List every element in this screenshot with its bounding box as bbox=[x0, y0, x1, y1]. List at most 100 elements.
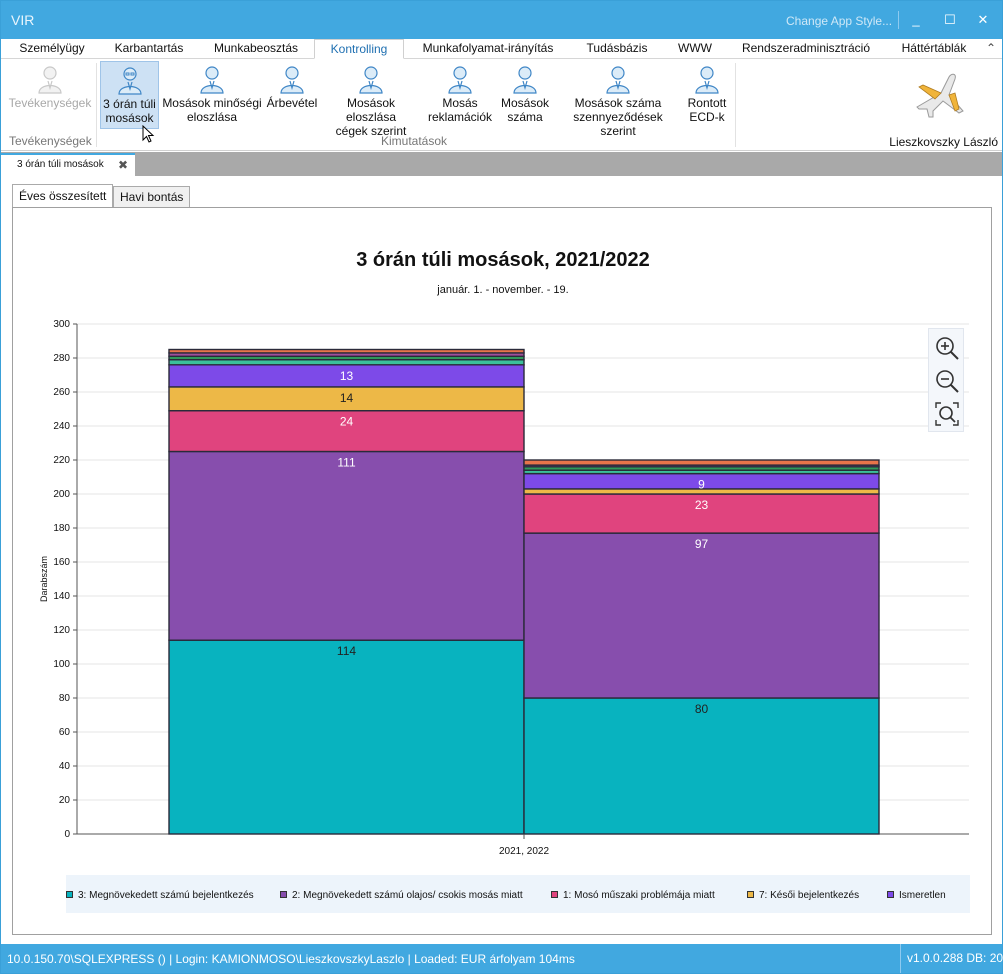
ribbon-label: Mosások minőségi bbox=[162, 96, 262, 110]
ribbon-label: Mosások száma bbox=[574, 96, 662, 110]
group-label-kimutatasok: Kimutatások bbox=[381, 134, 448, 148]
y-tick-label: 0 bbox=[64, 829, 70, 840]
tab-havi-bontas[interactable]: Havi bontás bbox=[113, 186, 191, 208]
tab-hattertablak[interactable]: Háttértáblák bbox=[892, 39, 976, 59]
ribbon-rontott-ecd-button[interactable]: Rontott ECD-k bbox=[683, 61, 731, 127]
data-label: 24 bbox=[340, 415, 354, 429]
status-version: v1.0.0.288 DB: 202 bbox=[900, 944, 1003, 973]
ribbon-label: ECD-k bbox=[689, 110, 725, 124]
user-area: Lieszkovszky László bbox=[871, 63, 1002, 149]
user-icon bbox=[200, 66, 224, 94]
ribbon-mosasok-minosegi-eloszlasa-button[interactable]: Mosások minőségi eloszlása bbox=[161, 61, 263, 127]
legend-swatch bbox=[66, 891, 73, 898]
tab-tudasbazis[interactable]: Tudásbázis bbox=[579, 39, 655, 59]
status-connection-info: 10.0.150.70\SQLEXPRESS () | Login: KAMIO… bbox=[7, 952, 575, 966]
y-tick-label: 220 bbox=[53, 455, 70, 466]
ribbon-label: száma bbox=[507, 110, 543, 124]
legend-item: Ismeretlen bbox=[887, 890, 946, 901]
legend-item: 2: Megnövekedett számú olajos/ csokis mo… bbox=[280, 890, 523, 901]
chart-plot: 0 20 40 60 80 100 120 140 160 180 200 220 240 260 280 3… bbox=[39, 319, 969, 857]
tab-www[interactable]: WWW bbox=[670, 39, 720, 59]
user-name: Lieszkovszky László bbox=[889, 135, 998, 149]
app-window: VIR Change App Style... _ ☐ ✕ Személyügy… bbox=[0, 0, 1003, 974]
ribbon-mosasok-szennyezodesek-button[interactable]: Mosások száma szennyeződések szerint bbox=[555, 61, 681, 138]
y-tick-label: 300 bbox=[53, 319, 70, 330]
bar-segment bbox=[168, 639, 525, 835]
ribbon: Tevékenységek 3 órán túli mosások Mosáso… bbox=[1, 59, 1002, 151]
y-tick-label: 60 bbox=[59, 727, 71, 738]
ribbon-label: mosások bbox=[105, 111, 154, 125]
bar-segment bbox=[523, 459, 880, 466]
y-tick-label: 200 bbox=[53, 489, 70, 500]
legend-label: 1: Mosó műszaki problémája miatt bbox=[563, 890, 715, 901]
legend-label: 3: Megnövekedett számú bejelentkezés bbox=[78, 890, 254, 901]
legend-label: 7: Késői bejelentkezés bbox=[759, 890, 860, 901]
ribbon-label: Rontott bbox=[687, 96, 727, 110]
maximize-button[interactable]: ☐ bbox=[937, 9, 963, 31]
chevron-up-icon[interactable]: ⌃ bbox=[986, 41, 996, 55]
ribbon-mosasok-eloszlasa-cegek-button[interactable]: Mosások eloszlása cégek szerint bbox=[321, 61, 421, 138]
tab-eves-osszesitett[interactable]: Éves összesített bbox=[12, 184, 114, 208]
document-tab-label: 3 órán túli mosások bbox=[17, 159, 104, 170]
user-icon bbox=[448, 66, 472, 94]
minimize-button[interactable]: _ bbox=[903, 9, 929, 31]
legend-swatch bbox=[887, 891, 894, 898]
ribbon-label: szennyeződések szerint bbox=[573, 110, 663, 138]
user-icon bbox=[359, 66, 383, 94]
data-label: 9 bbox=[698, 478, 705, 492]
ribbon-3-oran-tuli-mosasok-button[interactable]: 3 órán túli mosások bbox=[100, 61, 159, 129]
ribbon-label: 3 órán túli bbox=[103, 97, 156, 111]
close-icon[interactable]: ✖ bbox=[118, 158, 128, 172]
tab-munkafolyamat[interactable]: Munkafolyamat-irányítás bbox=[413, 39, 563, 59]
zoom-out-icon[interactable] bbox=[934, 368, 960, 394]
y-axis-label: Darabszám bbox=[39, 556, 49, 602]
zoom-fit-icon[interactable] bbox=[934, 401, 960, 427]
bar-segment bbox=[168, 348, 525, 354]
legend-item: 1: Mosó műszaki problémája miatt bbox=[551, 890, 715, 901]
ribbon-label: Mosások bbox=[500, 96, 550, 110]
tab-szemelyugy[interactable]: Személyügy bbox=[9, 39, 95, 59]
tab-karbantartas[interactable]: Karbantartás bbox=[105, 39, 193, 59]
ribbon-tevekenysegek-button[interactable]: Tevékenységek bbox=[7, 61, 93, 127]
ribbon-label: Mosás bbox=[442, 96, 478, 110]
data-label: 14 bbox=[340, 391, 354, 405]
bar-segment bbox=[523, 532, 880, 699]
zoom-toolbar bbox=[928, 328, 964, 432]
y-tick-label: 120 bbox=[53, 625, 70, 636]
ribbon-mosas-reklamaciok-button[interactable]: Mosás reklamációk bbox=[425, 61, 495, 127]
ribbon-mosasok-szama-button[interactable]: Mosások száma bbox=[497, 61, 553, 127]
legend-item: 3: Megnövekedett számú bejelentkezés bbox=[66, 890, 254, 901]
title-separator bbox=[898, 11, 899, 29]
data-label: 13 bbox=[340, 369, 354, 383]
y-tick-label: 20 bbox=[59, 795, 71, 806]
chart-panel: 3 órán túli mosások, 2021/2022 január. 1… bbox=[12, 207, 992, 935]
legend-label: 2: Megnövekedett számú olajos/ csokis mo… bbox=[292, 890, 523, 901]
document-tab-strip: 3 órán túli mosások ✖ bbox=[1, 152, 1002, 176]
legend-swatch bbox=[551, 891, 558, 898]
tab-kontrolling[interactable]: Kontrolling bbox=[314, 39, 404, 59]
document-tab[interactable]: 3 órán túli mosások ✖ bbox=[1, 153, 135, 176]
user-icon bbox=[606, 66, 630, 94]
y-tick-label: 260 bbox=[53, 387, 70, 398]
change-style-button[interactable]: Change App Style... bbox=[786, 14, 892, 28]
zoom-in-icon[interactable] bbox=[934, 335, 960, 361]
y-tick-label: 160 bbox=[53, 557, 70, 568]
ribbon-label: eloszlása bbox=[186, 110, 238, 124]
ribbon-arbevetel-button[interactable]: Árbevétel bbox=[265, 61, 319, 127]
y-tick-label: 240 bbox=[53, 421, 70, 432]
y-tick-label: 100 bbox=[53, 659, 70, 670]
legend-label: Ismeretlen bbox=[899, 890, 946, 901]
menu-tabs: Személyügy Karbantartás Munkabeosztás Ko… bbox=[1, 39, 1002, 59]
y-tick-label: 140 bbox=[53, 591, 70, 602]
group-separator bbox=[96, 63, 97, 147]
user-icon bbox=[513, 66, 537, 94]
group-label-tevekenysegek: Tevékenységek bbox=[9, 134, 92, 148]
tab-rendszeradminisztracio[interactable]: Rendszeradminisztráció bbox=[735, 39, 877, 59]
title-bar: VIR Change App Style... _ ☐ ✕ bbox=[1, 1, 1002, 39]
airplane-icon bbox=[916, 73, 964, 118]
tab-munkabeosztas[interactable]: Munkabeosztás bbox=[205, 39, 307, 59]
user-icon bbox=[280, 66, 304, 94]
close-button[interactable]: ✕ bbox=[970, 9, 996, 31]
data-label: 23 bbox=[695, 498, 709, 512]
ribbon-label: reklamációk bbox=[427, 110, 493, 124]
